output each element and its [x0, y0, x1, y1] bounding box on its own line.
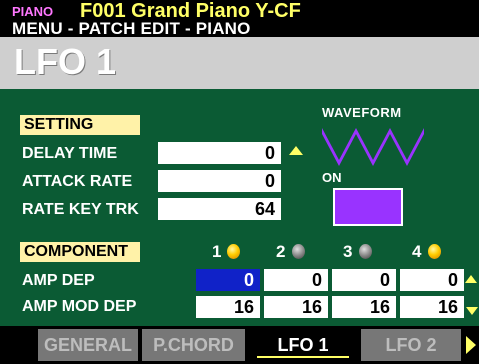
scroll-down-arrow-icon[interactable] [466, 307, 478, 315]
amp-mod-dep-2-value[interactable]: 16 [264, 296, 328, 318]
program-category: PIANO [12, 4, 54, 19]
lfo1-edit-screen: PIANO F001 Grand Piano Y-CF MENU - PATCH… [0, 0, 479, 364]
waveform-label: WAVEFORM [322, 105, 402, 120]
amp-mod-dep-3-value[interactable]: 16 [332, 296, 396, 318]
component-4-lamp-icon [428, 244, 441, 259]
tab-lfo-1[interactable]: LFO 1 [249, 329, 357, 361]
amp-dep-4-value[interactable]: 0 [400, 269, 464, 291]
amp-dep-3-value[interactable]: 0 [332, 269, 396, 291]
triangle-waveform-icon[interactable] [322, 124, 424, 168]
component-1-number: 1 [212, 242, 222, 261]
attack-rate-value[interactable]: 0 [158, 170, 281, 192]
value-up-arrow-icon[interactable] [289, 146, 303, 155]
breadcrumb: MENU - PATCH EDIT - PIANO [12, 19, 251, 38]
amp-dep-1-value[interactable]: 0 [196, 269, 260, 291]
component-2-number: 2 [276, 242, 286, 261]
tab-lfo-2[interactable]: LFO 2 [361, 329, 461, 361]
component-3-number: 3 [343, 242, 353, 261]
tab-bar: GENERAL P.CHORD LFO 1 LFO 2 [0, 326, 479, 364]
on-indicator[interactable] [333, 188, 403, 226]
tab-general[interactable]: GENERAL [38, 329, 138, 361]
component-heading: COMPONENT [20, 242, 140, 262]
scroll-up-arrow-icon[interactable] [465, 275, 477, 283]
delay-time-label: DELAY TIME [22, 145, 118, 162]
header-bar: PIANO F001 Grand Piano Y-CF MENU - PATCH… [0, 0, 479, 38]
rate-key-trk-label: RATE KEY TRK [22, 201, 139, 218]
setting-heading: SETTING [20, 115, 140, 135]
tab-p-chord[interactable]: P.CHORD [142, 329, 245, 361]
page-title-bar: LFO 1 [0, 37, 479, 89]
on-label: ON [322, 170, 342, 185]
page-title: LFO 1 [14, 41, 117, 82]
component-3-lamp-icon [359, 244, 372, 259]
rate-key-trk-value[interactable]: 64 [158, 198, 281, 220]
amp-dep-2-value[interactable]: 0 [264, 269, 328, 291]
component-4-number: 4 [412, 242, 422, 261]
component-1-lamp-icon [227, 244, 240, 259]
amp-mod-dep-label: AMP MOD DEP [22, 298, 137, 315]
amp-mod-dep-4-value[interactable]: 16 [400, 296, 464, 318]
delay-time-value[interactable]: 0 [158, 142, 281, 164]
amp-mod-dep-1-value[interactable]: 16 [196, 296, 260, 318]
component-2-lamp-icon [292, 244, 305, 259]
amp-dep-label: AMP DEP [22, 272, 95, 289]
attack-rate-label: ATTACK RATE [22, 173, 133, 190]
next-tab-arrow-icon[interactable] [466, 336, 476, 354]
